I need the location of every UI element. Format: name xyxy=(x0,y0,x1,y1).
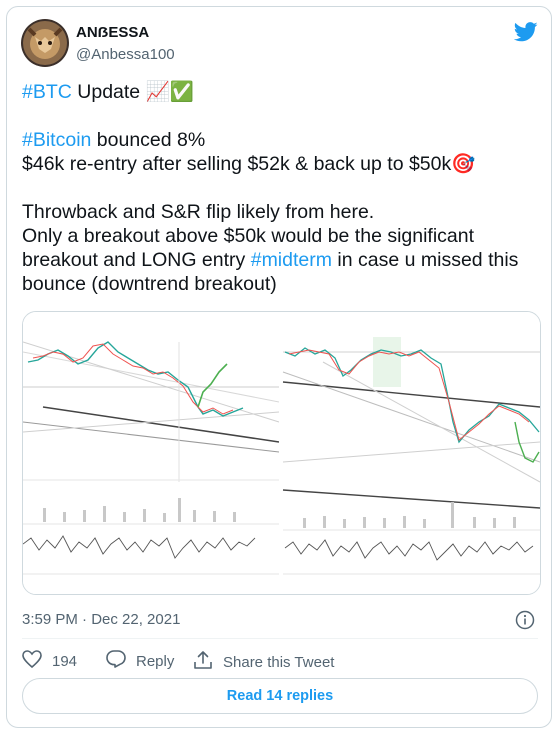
chart-check-emoji: 📈✅ xyxy=(145,81,195,103)
share-button[interactable]: Share this Tweet xyxy=(193,650,334,674)
reply-icon xyxy=(106,650,126,672)
read-replies-button[interactable]: Read 14 replies xyxy=(22,678,538,714)
text-line-4: Throwback and S&R flip likely from here. xyxy=(22,201,375,223)
tweet-media[interactable] xyxy=(22,311,541,595)
text-line-6: breakout and LONG entry #midterm in case… xyxy=(22,249,519,271)
chart-image-left[interactable] xyxy=(23,312,280,594)
hashtag-btc[interactable]: #BTC xyxy=(22,81,72,103)
hashtag-bitcoin[interactable]: #Bitcoin xyxy=(22,129,91,151)
share-icon xyxy=(193,650,213,674)
author-name[interactable]: ANẞESSA xyxy=(76,24,149,41)
timestamp[interactable]: 3:59 PM · Dec 22, 2021 xyxy=(22,611,180,628)
reply-button[interactable]: Reply xyxy=(106,650,174,672)
share-label: Share this Tweet xyxy=(223,653,335,671)
heart-icon xyxy=(22,650,42,672)
avatar[interactable] xyxy=(21,19,69,67)
twitter-bird-icon[interactable] xyxy=(513,22,538,47)
text-line-2: #Bitcoin bounced 8% xyxy=(22,129,206,151)
hashtag-midterm[interactable]: #midterm xyxy=(251,249,332,271)
chart-image-right[interactable] xyxy=(282,312,540,594)
divider xyxy=(22,638,538,639)
text-line-5: Only a breakout above $50k would be the … xyxy=(22,225,475,247)
text-line-1: #BTC Update 📈✅ xyxy=(22,81,195,103)
like-count: 194 xyxy=(52,652,78,670)
text-line-7: bounce (downtrend breakout) xyxy=(22,273,277,295)
author-handle[interactable]: @Anbessa100 xyxy=(76,46,175,63)
text-line-3: $46k re-entry after selling $52k & back … xyxy=(22,153,476,175)
reply-label: Reply xyxy=(136,652,175,670)
tweet-text: #BTC Update 📈✅ #Bitcoin bounced 8% $46k … xyxy=(22,80,537,296)
target-emoji: 🎯 xyxy=(451,153,476,175)
like-button[interactable]: 194 xyxy=(22,650,77,672)
info-icon[interactable] xyxy=(515,610,535,635)
